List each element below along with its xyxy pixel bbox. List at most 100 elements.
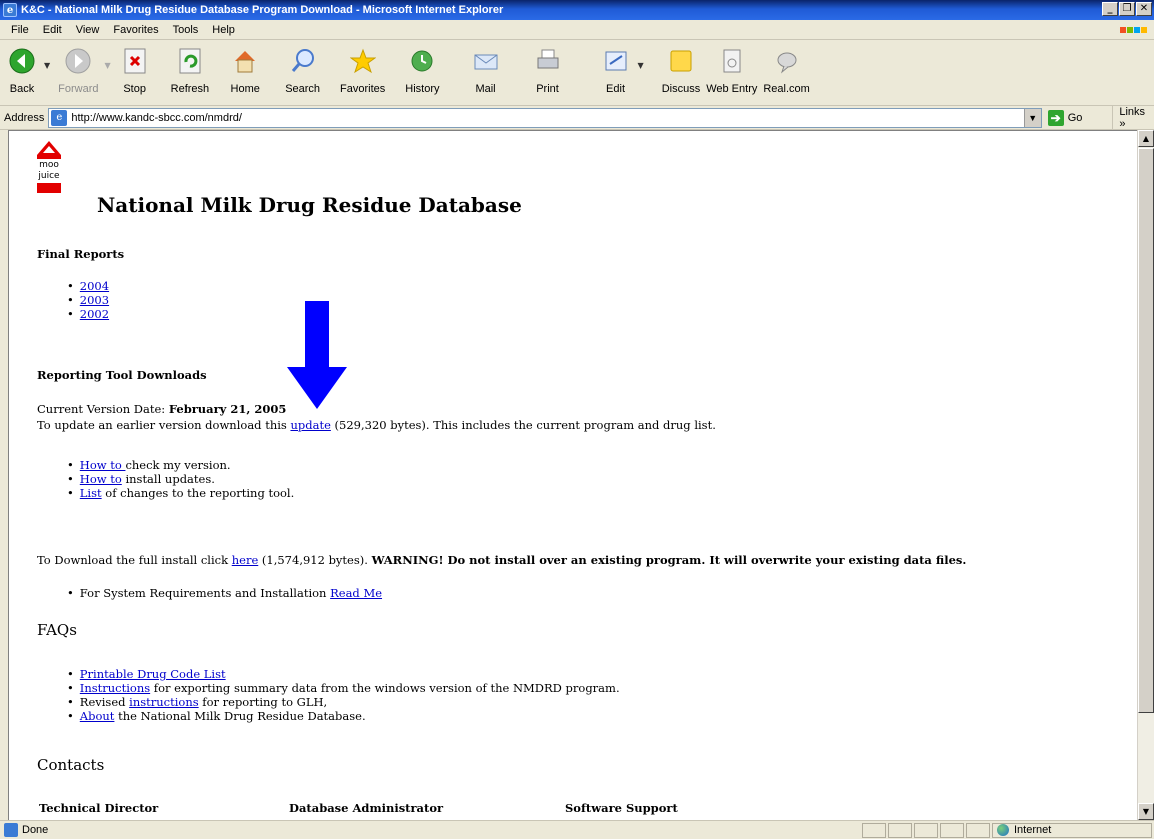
vertical-scrollbar[interactable]: ▲ ▼: [1137, 130, 1154, 820]
favorites-label: Favorites: [340, 83, 386, 95]
mail-label: Mail: [475, 83, 496, 95]
title-bar: e K&C - National Milk Drug Residue Datab…: [0, 0, 1154, 20]
history-label: History: [405, 83, 440, 95]
printer-icon: [532, 45, 564, 77]
history-button[interactable]: History: [405, 45, 440, 95]
glh-instructions-link[interactable]: instructions: [129, 695, 198, 709]
update-link[interactable]: update: [290, 418, 330, 432]
address-url: http://www.kandc-sbcc.com/nmdrd/: [71, 111, 242, 124]
scroll-down-icon[interactable]: ▼: [1138, 803, 1154, 820]
status-cell: [914, 822, 938, 838]
home-label: Home: [230, 83, 260, 95]
search-icon: [287, 45, 319, 77]
search-button[interactable]: Search: [285, 45, 320, 95]
refresh-button[interactable]: Refresh: [170, 45, 210, 95]
final-reports-list: 2004 2003 2002: [67, 279, 109, 321]
back-label: Back: [9, 83, 35, 95]
menu-favorites[interactable]: Favorites: [106, 24, 165, 36]
links-button[interactable]: Links »: [1112, 105, 1154, 130]
back-dropdown-icon[interactable]: ▼: [44, 61, 50, 70]
report-2002-link[interactable]: 2002: [80, 307, 109, 321]
report-2003-link[interactable]: 2003: [80, 293, 109, 307]
menu-view[interactable]: View: [69, 24, 107, 36]
menu-help[interactable]: Help: [205, 24, 242, 36]
print-button[interactable]: Print: [532, 45, 564, 95]
update-line: To update an earlier version download th…: [37, 418, 716, 432]
back-button[interactable]: Back: [6, 45, 38, 95]
export-instructions-link[interactable]: Instructions: [80, 681, 150, 695]
discuss-label: Discuss: [661, 83, 701, 95]
page-content: moo juice National Milk Drug Residue Dat…: [8, 130, 1140, 820]
history-icon: [406, 45, 438, 77]
star-icon: [347, 45, 379, 77]
address-label: Address: [4, 111, 45, 124]
scroll-thumb[interactable]: [1138, 148, 1154, 713]
restore-button[interactable]: ❐: [1119, 2, 1135, 16]
edit-dropdown-icon[interactable]: ▼: [638, 61, 644, 70]
how-to-install-link[interactable]: How to: [80, 472, 122, 486]
close-button[interactable]: ✕: [1136, 2, 1152, 16]
menu-tools[interactable]: Tools: [166, 24, 206, 36]
go-button[interactable]: ➔ Go: [1047, 109, 1082, 126]
list-item: How to install updates.: [67, 472, 294, 486]
stop-label: Stop: [123, 83, 146, 95]
forward-button[interactable]: Forward: [58, 45, 99, 95]
read-me-link[interactable]: Read Me: [330, 586, 382, 600]
menu-file[interactable]: File: [4, 24, 36, 36]
mail-button[interactable]: Mail: [470, 45, 502, 95]
list-item: 2002: [67, 307, 109, 321]
reporting-list: How to check my version. How to install …: [67, 458, 294, 500]
discuss-button[interactable]: Discuss: [661, 45, 701, 95]
refresh-label: Refresh: [170, 83, 210, 95]
faqs-heading: FAQs: [37, 621, 77, 639]
print-label: Print: [536, 83, 559, 95]
changes-list-link[interactable]: List: [80, 486, 102, 500]
status-cell: [862, 822, 886, 838]
drug-code-list-link[interactable]: Printable Drug Code List: [80, 667, 226, 681]
full-install-mid: (1,574,912 bytes).: [258, 553, 372, 567]
menu-edit[interactable]: Edit: [36, 24, 69, 36]
search-label: Search: [285, 83, 321, 95]
about-link[interactable]: About: [80, 709, 115, 723]
db-admin-heading: Database Administrator: [289, 801, 444, 815]
address-bar: Address e http://www.kandc-sbcc.com/nmdr…: [0, 105, 1154, 130]
web-entry-button[interactable]: Web Entry: [706, 45, 757, 95]
go-arrow-icon: ➔: [1047, 109, 1064, 126]
faqs-list: Printable Drug Code List Instructions fo…: [67, 667, 620, 723]
minimize-button[interactable]: _: [1102, 2, 1118, 16]
how-to-check-link[interactable]: How to: [80, 458, 126, 472]
home-button[interactable]: Home: [229, 45, 261, 95]
favorites-button[interactable]: Favorites: [340, 45, 385, 95]
edit-label: Edit: [606, 83, 626, 95]
real-button[interactable]: Real.com: [763, 45, 810, 95]
list-text: For System Requirements and Installation: [79, 586, 331, 600]
final-reports-heading: Final Reports: [37, 247, 125, 261]
install-warning: WARNING! Do not install over an existing…: [371, 553, 967, 567]
address-input[interactable]: e http://www.kandc-sbcc.com/nmdrd/ ▼: [48, 107, 1042, 128]
real-icon: [771, 45, 803, 77]
status-cell: [940, 822, 964, 838]
address-dropdown-icon[interactable]: ▼: [1023, 108, 1041, 127]
edit-button[interactable]: Edit: [600, 45, 632, 95]
full-install-line: To Download the full install click here …: [37, 553, 966, 567]
logo-text-1: moo: [39, 160, 59, 170]
globe-icon: [997, 824, 1009, 836]
logo-text-2: juice: [38, 171, 60, 181]
zone-label: Internet: [1014, 824, 1052, 836]
page-icon: e: [51, 109, 68, 126]
list-item: 2004: [67, 279, 109, 293]
list-item: About the National Milk Drug Residue Dat…: [67, 709, 620, 723]
menu-bar: File Edit View Favorites Tools Help: [0, 20, 1154, 40]
stop-button[interactable]: Stop: [119, 45, 151, 95]
forward-dropdown-icon[interactable]: ▼: [105, 61, 111, 70]
report-2004-link[interactable]: 2004: [80, 279, 109, 293]
list-item: 2003: [67, 293, 109, 307]
scroll-up-icon[interactable]: ▲: [1138, 130, 1154, 147]
ie-icon: e: [3, 3, 17, 17]
real-label: Real.com: [763, 83, 810, 95]
full-install-link[interactable]: here: [232, 553, 259, 567]
list-text: for exporting summary data from the wind…: [150, 681, 620, 695]
standard-toolbar: Back ▼ Forward ▼ Stop Refresh Home Searc…: [0, 41, 1154, 106]
requirements-list: For System Requirements and Installation…: [67, 586, 382, 600]
page-title: National Milk Drug Residue Database: [97, 193, 522, 217]
